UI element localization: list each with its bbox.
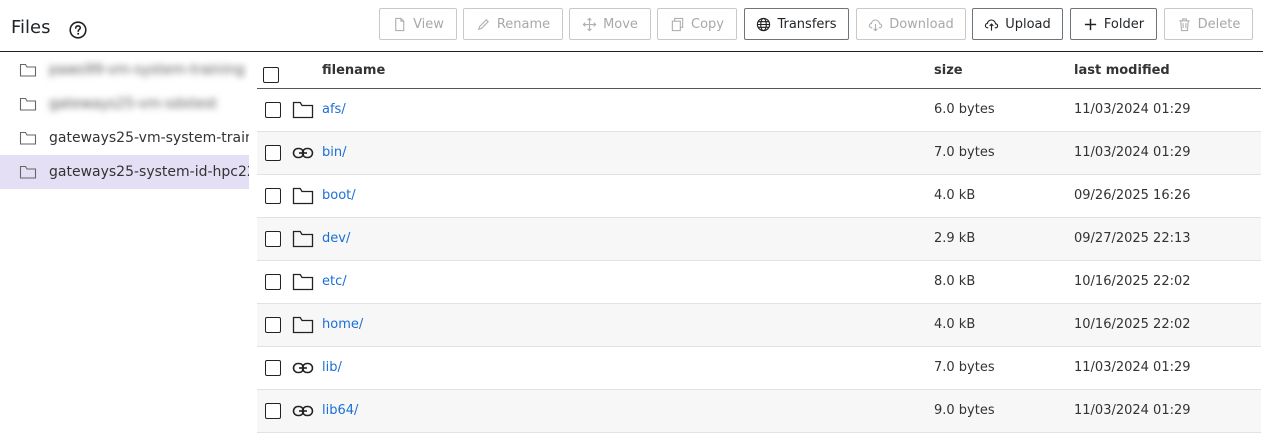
file-modified: 11/03/2024 01:29 [1074, 145, 1191, 160]
download-label: Download [889, 16, 954, 32]
file-table: filename size last modified afs/ 6.0 byt… [257, 52, 1261, 433]
arrows-move-icon [582, 17, 597, 31]
file-modified: 10/16/2025 22:02 [1074, 274, 1191, 289]
move-button[interactable]: Move [569, 8, 651, 40]
sidebar-item-gateways25-vm-system-training[interactable]: gateways25-vm-system-training [0, 121, 249, 155]
file-modified: 10/16/2025 22:02 [1074, 317, 1191, 332]
file-name-link[interactable]: boot/ [322, 188, 356, 203]
file-modified: 09/27/2025 22:13 [1074, 231, 1191, 246]
column-last-modified[interactable]: last modified [1074, 63, 1170, 78]
link-icon [292, 362, 314, 374]
sidebar-item-gateways25-system-id-hpc22[interactable]: gateways25-system-id-hpc22 [0, 155, 249, 189]
file-name-link[interactable]: lib64/ [322, 403, 358, 418]
select-all-checkbox[interactable] [263, 67, 279, 83]
transfers-label: Transfers [777, 16, 837, 32]
folder-icon [292, 187, 314, 205]
table-row[interactable]: boot/ 4.0 kB 09/26/2025 16:26 [257, 175, 1261, 218]
table-row[interactable]: lib64/ 9.0 bytes 11/03/2024 01:29 [257, 390, 1261, 433]
file-name-link[interactable]: dev/ [322, 231, 350, 246]
trash-icon [1178, 17, 1190, 31]
file-size: 7.0 bytes [934, 360, 995, 375]
row-checkbox[interactable] [265, 317, 281, 333]
rename-button[interactable]: Rename [463, 8, 563, 40]
cloud-download-icon [869, 18, 883, 31]
row-checkbox[interactable] [265, 102, 281, 118]
cloud-upload-icon [985, 18, 999, 31]
delete-label: Delete [1197, 16, 1241, 32]
column-size[interactable]: size [934, 63, 963, 78]
file-name-link[interactable]: etc/ [322, 274, 347, 289]
download-button[interactable]: Download [856, 8, 966, 40]
link-icon [292, 147, 314, 159]
sidebar-item-label: gateways25-vm-sdxtest [49, 96, 217, 112]
row-checkbox[interactable] [265, 188, 281, 204]
row-checkbox[interactable] [265, 145, 281, 161]
page-title: Files [11, 17, 51, 38]
file-size: 4.0 kB [934, 317, 976, 332]
folder-icon [19, 63, 37, 77]
column-filename[interactable]: filename [322, 63, 385, 78]
file-icon [395, 17, 405, 31]
file-size: 8.0 kB [934, 274, 976, 289]
sidebar-item-paws99-vm-system-training[interactable]: paws99-vm-system-training [0, 53, 249, 87]
table-row[interactable]: home/ 4.0 kB 10/16/2025 22:02 [257, 304, 1261, 347]
file-name-link[interactable]: bin/ [322, 145, 346, 160]
sidebar: paws99-vm-system-training gateways25-vm-… [0, 53, 249, 189]
file-size: 7.0 bytes [934, 145, 995, 160]
sidebar-item-gateways25-vm-sdxtest[interactable]: gateways25-vm-sdxtest [0, 87, 249, 121]
sidebar-item-label: paws99-vm-system-training [49, 62, 245, 78]
file-size: 6.0 bytes [934, 102, 995, 117]
folder-icon [19, 97, 37, 111]
sidebar-item-label: gateways25-system-id-hpc22 [49, 164, 249, 180]
folder-icon [19, 131, 37, 145]
file-name-link[interactable]: home/ [322, 317, 363, 332]
pencil-icon [477, 18, 489, 30]
table-row[interactable]: dev/ 2.9 kB 09/27/2025 22:13 [257, 218, 1261, 261]
transfers-button[interactable]: Transfers [744, 8, 849, 40]
row-checkbox[interactable] [265, 403, 281, 419]
view-label: View [413, 16, 444, 32]
file-size: 4.0 kB [934, 188, 976, 203]
folder-icon [292, 273, 314, 291]
file-name-link[interactable]: afs/ [322, 102, 346, 117]
table-header: filename size last modified [257, 52, 1261, 89]
copy-label: Copy [691, 16, 724, 32]
folder-icon [292, 316, 314, 334]
table-row[interactable]: etc/ 8.0 kB 10/16/2025 22:02 [257, 261, 1261, 304]
table-row[interactable]: afs/ 6.0 bytes 11/03/2024 01:29 [257, 89, 1261, 132]
table-row[interactable]: bin/ 7.0 bytes 11/03/2024 01:29 [257, 132, 1261, 175]
folder-icon [19, 165, 37, 179]
move-label: Move [603, 16, 638, 32]
question-circle-icon[interactable] [69, 21, 87, 39]
new-folder-button[interactable]: Folder [1070, 8, 1157, 40]
row-checkbox[interactable] [265, 231, 281, 247]
row-checkbox[interactable] [265, 274, 281, 290]
rename-label: Rename [496, 16, 551, 32]
row-checkbox[interactable] [265, 360, 281, 376]
file-modified: 11/03/2024 01:29 [1074, 403, 1191, 418]
upload-label: Upload [1005, 16, 1051, 32]
file-name-link[interactable]: lib/ [322, 360, 342, 375]
plus-icon [1084, 18, 1097, 30]
file-modified: 11/03/2024 01:29 [1074, 102, 1191, 117]
view-button[interactable]: View [379, 8, 457, 40]
upload-button[interactable]: Upload [972, 8, 1063, 40]
file-size: 2.9 kB [934, 231, 976, 246]
file-modified: 09/26/2025 16:26 [1074, 188, 1191, 203]
delete-button[interactable]: Delete [1164, 8, 1253, 40]
folder-label: Folder [1103, 16, 1145, 32]
folder-icon [292, 230, 314, 248]
folder-icon [292, 101, 314, 119]
copy-icon [671, 17, 684, 31]
link-icon [292, 405, 314, 417]
globe-icon [757, 17, 771, 31]
file-size: 9.0 bytes [934, 403, 995, 418]
table-row[interactable]: lib/ 7.0 bytes 11/03/2024 01:29 [257, 347, 1261, 390]
file-modified: 11/03/2024 01:29 [1074, 360, 1191, 375]
sidebar-item-label: gateways25-vm-system-training [49, 130, 249, 146]
copy-button[interactable]: Copy [657, 8, 737, 40]
